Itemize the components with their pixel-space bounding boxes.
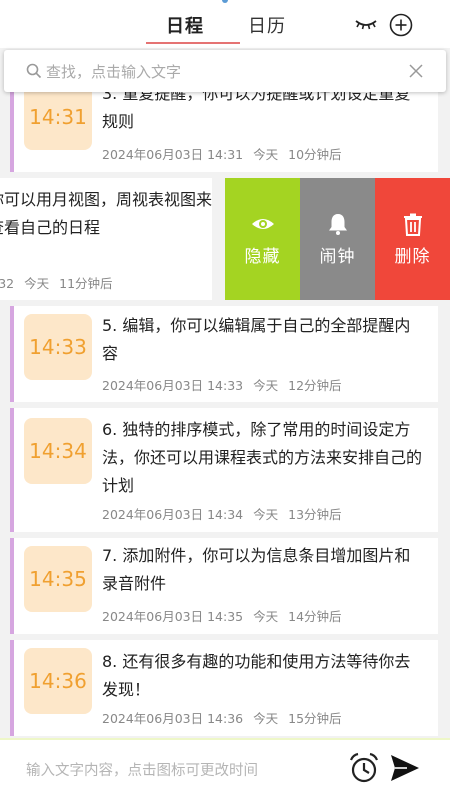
search-bar[interactable]: 查找，点击输入文字: [4, 50, 446, 92]
item-meta: 2024年06月03日 14:33 今天 12分钟后: [102, 375, 352, 394]
alarm-label: 闹钟: [319, 247, 356, 267]
item-date: 2024年06月03日 14:35: [102, 609, 244, 624]
alarm-clock-icon[interactable]: [348, 752, 380, 784]
search-icon: [26, 63, 42, 79]
alarm-button[interactable]: 闹钟: [300, 178, 375, 300]
list-item[interactable]: 14:31 3. 重复提醒，你可以为提醒或计划设定重复规则 2024年06月03…: [10, 78, 438, 172]
close-icon[interactable]: [408, 63, 424, 79]
item-relative-time: 15分钟后: [288, 711, 342, 726]
item-relative-time: 13分钟后: [288, 507, 342, 522]
item-meta: 2024年06月03日 14:31 今天 10分钟后: [102, 144, 352, 163]
item-day: 今天: [24, 276, 50, 291]
item-meta: 2024年06月03日 14:34 今天 13分钟后: [102, 504, 352, 523]
active-tab-indicator: [146, 42, 240, 44]
item-date: 2024年06月03日 14:34: [102, 507, 244, 522]
compose-bar: 输入文字内容，点击图标可更改时间: [0, 738, 450, 800]
search-input[interactable]: 查找，点击输入文字: [46, 61, 181, 82]
item-text: 你可以用月视图，周视表视图来查看自己的日程: [0, 190, 212, 237]
time-badge[interactable]: 14:35: [24, 546, 92, 612]
trash-icon: [404, 213, 422, 236]
item-day: 今天: [253, 711, 279, 726]
time-badge[interactable]: 14:31: [24, 84, 92, 150]
card-accent-bar: [10, 640, 14, 736]
top-bar: 日程 日历: [0, 0, 450, 48]
item-date: 2024年06月03日 14:33: [102, 378, 244, 393]
status-indicator: [222, 0, 228, 3]
item-day: 今天: [253, 507, 279, 522]
item-day: 今天: [253, 609, 279, 624]
delete-button[interactable]: 删除: [375, 178, 450, 300]
compose-input[interactable]: 输入文字内容，点击图标可更改时间: [26, 759, 258, 780]
item-day: 今天: [253, 147, 279, 162]
list-item[interactable]: 14:36 8. 还有很多有趣的功能和使用方法等待你去发现！ 2024年06月0…: [10, 640, 438, 736]
list-item[interactable]: 14:35 7. 添加附件，你可以为信息条目增加图片和录音附件 2024年06月…: [10, 538, 438, 634]
card-accent-bar: [10, 538, 14, 634]
list-item[interactable]: 14:33 5. 编辑，你可以编辑属于自己的全部提醒内容 2024年06月03日…: [10, 306, 438, 402]
list-item[interactable]: 14:34 6. 独特的排序模式，除了常用的时间设定方法，你还可以用课程表式的方…: [10, 408, 438, 532]
time-badge[interactable]: 14:34: [24, 418, 92, 484]
hide-label: 隐藏: [244, 247, 281, 267]
card-accent-bar: [10, 306, 14, 402]
time-badge[interactable]: 14:36: [24, 648, 92, 714]
item-date: 2024年06月03日 14:36: [102, 711, 244, 726]
swiped-list-item[interactable]: 你可以用月视图，周视表视图来查看自己的日程 :32 今天 11分钟后: [0, 178, 212, 300]
item-relative-time: 12分钟后: [288, 378, 342, 393]
item-text: 6. 独特的排序模式，除了常用的时间设定方法，你还可以用课程表式的方法来安排自己…: [102, 420, 423, 495]
hide-button[interactable]: 隐藏: [225, 178, 300, 300]
eye-icon: [252, 219, 274, 229]
item-relative-time: 11分钟后: [59, 276, 113, 291]
item-date: 2024年06月03日 14:31: [102, 147, 244, 162]
eye-closed-icon[interactable]: [354, 14, 378, 34]
item-text: 7. 添加附件，你可以为信息条目增加图片和录音附件: [102, 546, 411, 593]
item-date: :32: [0, 276, 15, 291]
item-text: 5. 编辑，你可以编辑属于自己的全部提醒内容: [102, 316, 411, 363]
item-text: 8. 还有很多有趣的功能和使用方法等待你去发现！: [102, 652, 411, 699]
tab-schedule[interactable]: 日程: [166, 12, 204, 38]
item-relative-time: 10分钟后: [288, 147, 342, 162]
bell-icon: [329, 214, 347, 235]
card-accent-bar: [10, 408, 14, 532]
time-badge[interactable]: 14:33: [24, 314, 92, 380]
item-day: 今天: [253, 378, 279, 393]
send-icon[interactable]: [389, 753, 421, 783]
item-meta: 2024年06月03日 14:36 今天 15分钟后: [102, 708, 352, 727]
card-accent-bar: [10, 78, 14, 172]
add-icon[interactable]: [389, 13, 413, 37]
tab-calendar[interactable]: 日历: [248, 12, 286, 38]
item-relative-time: 14分钟后: [288, 609, 342, 624]
delete-label: 删除: [394, 247, 431, 267]
item-meta: 2024年06月03日 14:35 今天 14分钟后: [102, 606, 352, 625]
item-meta: :32 今天 11分钟后: [0, 273, 123, 292]
